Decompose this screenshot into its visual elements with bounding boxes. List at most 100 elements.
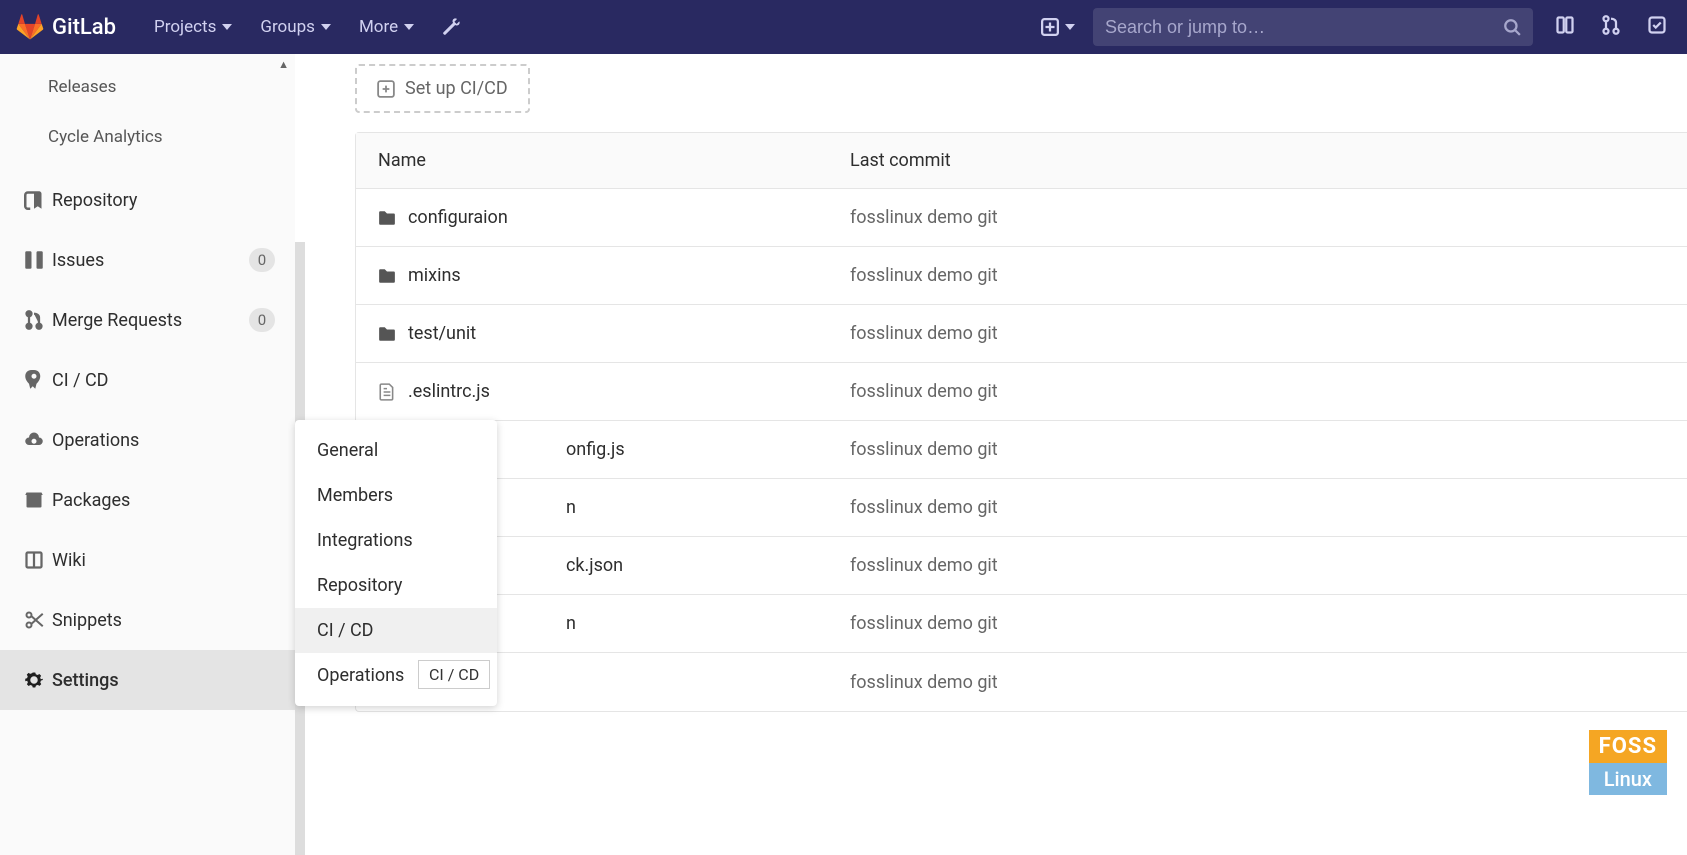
nav-more[interactable]: More	[345, 0, 428, 54]
header-right	[1041, 8, 1671, 46]
sidebar-item-operations[interactable]: Operations	[0, 410, 295, 470]
watermark-bottom: Linux	[1589, 763, 1667, 795]
table-header: Name Last commit	[356, 133, 1687, 189]
commit-cell[interactable]: fosslinux demo git	[850, 613, 1687, 634]
issues-shortcut[interactable]	[1551, 11, 1579, 43]
label: Repository	[52, 190, 137, 211]
label: Set up CI/CD	[405, 78, 508, 99]
table-row: ck.json fosslinux demo git	[356, 537, 1687, 595]
nav-groups-label: Groups	[260, 17, 315, 37]
header-name: Name	[356, 150, 850, 171]
commit-cell[interactable]: fosslinux demo git	[850, 672, 1687, 693]
file-name-cell[interactable]: mixins	[356, 265, 850, 286]
plus-square-icon	[1041, 18, 1059, 36]
sidebar-sub-section: Releases Cycle Analytics	[0, 54, 295, 170]
flyout-item-general[interactable]: General	[295, 428, 497, 473]
cloud-gear-icon	[24, 430, 44, 450]
label: Cycle Analytics	[48, 127, 163, 147]
table-row: configuraionfosslinux demo git	[356, 189, 1687, 247]
file-table: Name Last commit configuraionfosslinux d…	[355, 132, 1687, 712]
label: Packages	[52, 490, 130, 511]
label: Merge Requests	[52, 310, 182, 331]
sidebar-item-settings[interactable]: Settings	[0, 650, 295, 710]
commit-cell[interactable]: fosslinux demo git	[850, 381, 1687, 402]
flyout-item-members[interactable]: Members	[295, 473, 497, 518]
label: CI / CD	[52, 370, 109, 391]
file-name: mixins	[408, 265, 461, 286]
label: Operations	[52, 430, 139, 451]
table-row: test/unit fosslinux demo git	[356, 305, 1687, 363]
package-icon	[24, 490, 44, 510]
sidebar-item-repository[interactable]: Repository	[0, 170, 295, 230]
sidebar-item-cycle-analytics[interactable]: Cycle Analytics	[0, 112, 295, 162]
sidebar: ▲ Releases Cycle Analytics Repository Is…	[0, 54, 295, 855]
commit-cell[interactable]: fosslinux demo git	[850, 207, 1687, 228]
search-box[interactable]	[1093, 8, 1533, 46]
file-name: ck.json	[566, 555, 623, 576]
issues-icon	[24, 250, 44, 270]
file-name: onfig.js	[566, 439, 625, 460]
nav-groups[interactable]: Groups	[246, 0, 345, 54]
table-row: n fosslinux demo git	[356, 479, 1687, 537]
flyout-item-integrations[interactable]: Integrations	[295, 518, 497, 563]
label: Repository	[317, 575, 402, 596]
nav-projects-label: Projects	[154, 17, 216, 37]
file-name: n	[566, 497, 576, 518]
file-name-cell[interactable]: configuraion	[356, 207, 850, 228]
collapse-triangle-icon[interactable]: ▲	[278, 58, 289, 71]
new-dropdown[interactable]	[1041, 18, 1075, 36]
commit-cell[interactable]: fosslinux demo git	[850, 439, 1687, 460]
sidebar-item-releases[interactable]: Releases	[0, 62, 295, 112]
label: Snippets	[52, 610, 122, 631]
commit-cell[interactable]: fosslinux demo git	[850, 497, 1687, 518]
folder-icon	[378, 267, 396, 285]
commit-cell[interactable]: fosslinux demo git	[850, 555, 1687, 576]
tooltip: CI / CD	[418, 660, 490, 689]
search-icon	[1503, 18, 1521, 36]
top-header: GitLab Projects Groups More	[0, 0, 1687, 54]
file-name: .eslintrc.js	[408, 381, 490, 402]
sidebar-item-cicd[interactable]: CI / CD	[0, 350, 295, 410]
plus-square-icon	[377, 80, 395, 98]
sidebar-item-wiki[interactable]: Wiki	[0, 530, 295, 590]
brand-text: GitLab	[52, 15, 116, 40]
label: Members	[317, 485, 393, 506]
merge-requests-shortcut[interactable]	[1597, 11, 1625, 43]
sidebar-item-issues[interactable]: Issues 0	[0, 230, 295, 290]
file-icon	[378, 383, 396, 401]
label: Wiki	[52, 550, 86, 571]
label: General	[317, 440, 378, 461]
todo-icon	[1647, 15, 1667, 35]
folder-icon	[378, 325, 396, 343]
flyout-item-repository[interactable]: Repository	[295, 563, 497, 608]
chevron-down-icon	[1065, 24, 1075, 30]
search-input[interactable]	[1105, 17, 1503, 38]
file-name: test/unit	[408, 323, 476, 344]
file-name-cell[interactable]: .eslintrc.js	[356, 381, 850, 402]
mr-badge: 0	[249, 308, 275, 332]
book-icon	[24, 190, 44, 210]
book-open-icon	[24, 550, 44, 570]
todos-shortcut[interactable]	[1643, 11, 1671, 43]
chevron-down-icon	[321, 24, 331, 30]
wrench-icon	[442, 18, 460, 36]
commit-cell[interactable]: fosslinux demo git	[850, 323, 1687, 344]
label: Releases	[48, 77, 116, 97]
sidebar-item-snippets[interactable]: Snippets	[0, 590, 295, 650]
table-row: nfosslinux demo git	[356, 595, 1687, 653]
logo-area[interactable]: GitLab	[16, 13, 116, 41]
sidebar-item-merge-requests[interactable]: Merge Requests 0	[0, 290, 295, 350]
nav-wrench[interactable]	[428, 0, 474, 54]
nav-projects[interactable]: Projects	[140, 0, 246, 54]
gitlab-logo-icon	[16, 13, 44, 41]
merge-icon	[24, 310, 44, 330]
chevron-down-icon	[404, 24, 414, 30]
main-content: Set up CI/CD Name Last commit configurai…	[295, 54, 1687, 855]
setup-cicd-button[interactable]: Set up CI/CD	[355, 64, 530, 113]
sidebar-item-packages[interactable]: Packages	[0, 470, 295, 530]
chevron-down-icon	[222, 24, 232, 30]
file-name-cell[interactable]: test/unit	[356, 323, 850, 344]
flyout-item-cicd[interactable]: CI / CD	[295, 608, 497, 653]
issues-icon	[1555, 15, 1575, 35]
commit-cell[interactable]: fosslinux demo git	[850, 265, 1687, 286]
